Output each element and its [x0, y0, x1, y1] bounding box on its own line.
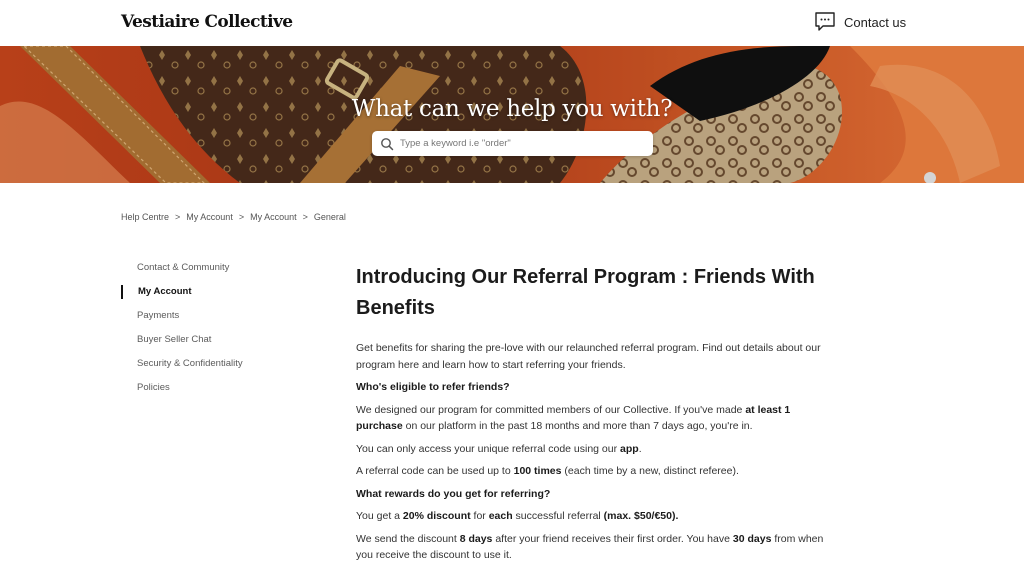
hero-banner: What can we help you with?: [0, 46, 1024, 183]
search-input[interactable]: [400, 138, 640, 149]
article-body: Introducing Our Referral Program : Frien…: [356, 262, 836, 570]
site-header: Vestiaire Collective Contact us: [0, 0, 1024, 46]
search-box[interactable]: [372, 131, 653, 156]
breadcrumb-separator: >: [238, 212, 245, 222]
paragraph-reward-amount: You get a 20% discount for each successf…: [356, 510, 679, 522]
paragraph-eligibility: We designed our program for committed me…: [356, 403, 791, 433]
article-title: Introducing Our Referral Program : Frien…: [356, 266, 815, 319]
sidebar-item-buyer-seller-chat[interactable]: Buyer Seller Chat: [121, 330, 321, 354]
hero-title: What can we help you with?: [351, 96, 673, 122]
paragraph-reward-timing: We send the discount 8 days after your f…: [356, 532, 824, 562]
chat-bubble-icon: [815, 12, 835, 31]
sidebar-item-policies[interactable]: Policies: [121, 378, 321, 402]
sidebar-item-payments[interactable]: Payments: [121, 306, 321, 330]
breadcrumb: Help Centre > My Account > My Account > …: [121, 212, 346, 222]
sidebar-item-security-confidentiality[interactable]: Security & Confidentiality: [121, 354, 321, 378]
sidebar-item-my-account[interactable]: My Account: [121, 282, 321, 306]
article-intro: Get benefits for sharing the pre-love wi…: [356, 342, 821, 371]
contact-us-link[interactable]: Contact us: [814, 11, 906, 33]
breadcrumb-help-centre[interactable]: Help Centre: [121, 212, 169, 222]
contact-us-label: Contact us: [844, 14, 907, 30]
sidebar-item-contact-community[interactable]: Contact & Community: [121, 258, 321, 282]
breadcrumb-my-account[interactable]: My Account: [186, 212, 233, 222]
breadcrumb-separator: >: [302, 212, 308, 222]
breadcrumb-separator: >: [175, 212, 181, 222]
breadcrumb-general[interactable]: General: [314, 212, 346, 222]
search-icon: [381, 137, 394, 150]
site-logo[interactable]: Vestiaire Collective: [121, 12, 293, 32]
category-sidebar: Contact & Community My Account Payments …: [121, 258, 321, 402]
section-heading-eligibility: Who's eligible to refer friends?: [356, 381, 510, 393]
section-heading-rewards: What rewards do you get for referring?: [356, 487, 551, 500]
paragraph-code-usage: A referral code can be used up to 100 ti…: [356, 465, 739, 477]
paragraph-app-access: You can only access your unique referral…: [356, 442, 642, 455]
breadcrumb-my-account-section[interactable]: My Account: [250, 212, 297, 222]
